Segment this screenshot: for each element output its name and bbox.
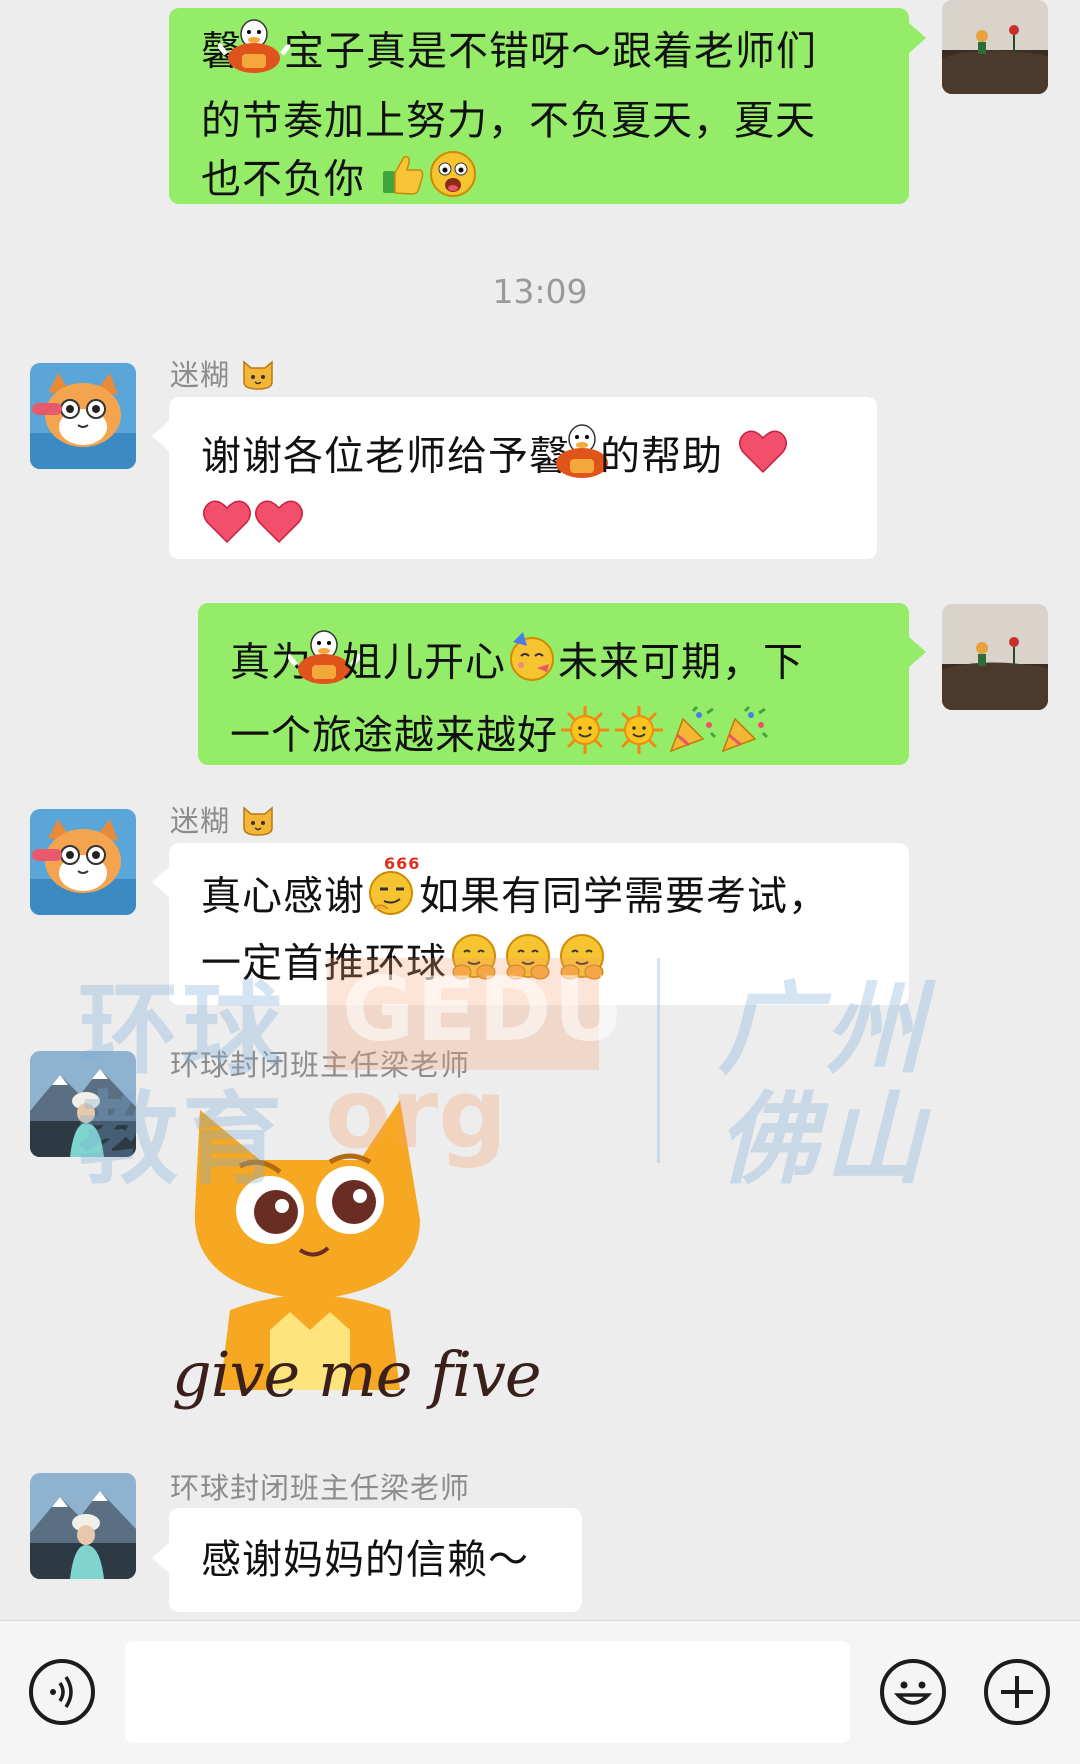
sticker-caption: give me five	[172, 1338, 542, 1411]
heart-icon	[254, 498, 304, 559]
hug-face-icon	[556, 932, 608, 999]
smirk-666-icon: 666	[366, 855, 419, 932]
cat-face-icon	[241, 358, 275, 397]
hug-face-icon	[448, 932, 500, 999]
message-line	[201, 498, 845, 559]
message-line: 一个旅途越来越好	[230, 704, 877, 771]
message-text: 姐儿开心	[342, 639, 506, 686]
time-divider: 13:09	[492, 272, 588, 311]
message-bubble-other[interactable]: 谢谢各位老师给予馨 的帮助	[169, 397, 877, 559]
sender-name: 环球封闭班主任梁老师	[170, 1048, 471, 1082]
message-line: 的节奏加上努力，不负夏天，夏天	[201, 98, 816, 144]
sender-name-text: 迷糊	[170, 804, 231, 838]
emoji-button[interactable]	[880, 1659, 946, 1725]
message-line: 真为 姐儿开心 未来可期，下	[230, 625, 877, 704]
message-text: 未来可期，下	[558, 639, 804, 686]
message-text: 也不负你	[201, 156, 365, 203]
bubble-tail	[152, 1542, 170, 1574]
message-text: 的帮助	[600, 433, 723, 480]
sender-name-text: 迷糊	[170, 358, 231, 392]
teacher-avatar[interactable]	[30, 1473, 136, 1579]
plus-button[interactable]	[984, 1659, 1050, 1725]
plus-icon	[1001, 1676, 1033, 1708]
sun-icon	[613, 704, 665, 771]
message-text: 一个旅途越来越好	[230, 712, 558, 759]
message-line: 谢谢各位老师给予馨 的帮助	[201, 419, 845, 498]
input-bar	[0, 1620, 1080, 1764]
message-line: 真心感谢 666 如果有同学需要考试，	[201, 855, 877, 932]
surprised-face-icon	[428, 149, 478, 214]
teacher-avatar[interactable]	[30, 1051, 136, 1157]
thumbs-up-icon	[380, 151, 426, 212]
message-bubble-other[interactable]: 感谢妈妈的信赖～	[169, 1508, 582, 1612]
party-popper-icon	[667, 705, 717, 770]
cat-face-icon	[241, 804, 275, 843]
message-line: 馨 宝子真是不错呀～跟着老师们	[201, 14, 877, 93]
bubble-tail	[908, 22, 926, 54]
message-text: 一定首推环球	[201, 940, 447, 987]
mihu-avatar[interactable]	[30, 809, 136, 915]
duck-sticker-icon	[216, 14, 292, 93]
message-text: 宝子真是不错呀～跟着老师们	[284, 28, 817, 75]
message-line: 一定首推环球	[201, 932, 877, 999]
sun-icon	[559, 704, 611, 771]
mihu-avatar[interactable]	[30, 363, 136, 469]
message-text: 如果有同学需要考试，	[419, 873, 829, 920]
give-me-five-sticker[interactable]: give me five	[170, 1090, 542, 1430]
party-face-icon	[507, 632, 557, 697]
message-text: 谢谢各位老师给予馨	[201, 433, 570, 480]
message-bubble-other[interactable]: 真心感谢 666 如果有同学需要考试， 一定首推环球	[169, 843, 909, 1005]
self-avatar[interactable]	[942, 604, 1048, 710]
message-bubble-self[interactable]: 馨 宝子真是不错呀～跟着老师们 的节奏加上努力，不负夏天，夏天 也不负你	[169, 8, 909, 204]
heart-icon	[202, 498, 252, 559]
party-popper-icon	[719, 705, 769, 770]
watermark-right-bottom: 佛山	[718, 1081, 930, 1198]
sender-name: 环球封闭班主任梁老师	[170, 1471, 471, 1505]
emoji-icon	[893, 1681, 933, 1705]
message-line: 也不负你	[201, 149, 877, 214]
voice-button[interactable]	[29, 1659, 95, 1725]
sender-name: 迷糊	[170, 352, 276, 397]
message-text: 真心感谢	[201, 873, 365, 920]
message-bubble-self[interactable]: 真为 姐儿开心 未来可期，下 一个旅途越来越好	[198, 603, 909, 765]
emoji-badge: 666	[384, 854, 421, 873]
heart-icon	[738, 428, 788, 489]
self-avatar[interactable]	[942, 0, 1048, 94]
sender-name: 迷糊	[170, 798, 276, 843]
bubble-tail	[908, 636, 926, 668]
message-input[interactable]	[125, 1641, 850, 1743]
voice-icon	[50, 1676, 73, 1708]
hug-face-icon	[502, 932, 554, 999]
bubble-tail	[152, 866, 170, 898]
bubble-tail	[152, 420, 170, 452]
